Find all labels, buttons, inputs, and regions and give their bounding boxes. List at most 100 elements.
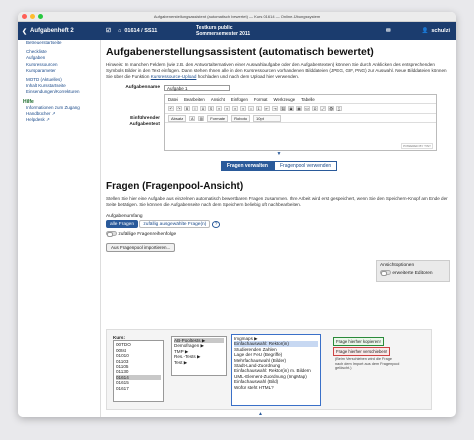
mail-icon[interactable]: ✉: [386, 22, 391, 40]
tab-fragen-verwalten[interactable]: Fragen verwalten: [220, 161, 274, 171]
align-justify-icon[interactable]: ≡: [240, 106, 246, 111]
extended-editors-toggle[interactable]: [380, 270, 391, 276]
random-order-toggle[interactable]: [106, 231, 117, 237]
bold-icon[interactable]: B: [184, 106, 190, 111]
fullscreen-icon[interactable]: ⤢: [320, 106, 326, 111]
special-char-icon[interactable]: Ω: [312, 106, 318, 111]
align-center-icon[interactable]: ≡: [224, 106, 230, 111]
list-item[interactable]: 01617: [116, 386, 161, 391]
tab-fragenpool-verwenden[interactable]: Fragenpool verwenden: [273, 161, 338, 171]
maximize-window-button[interactable]: [38, 14, 43, 19]
formats-select[interactable]: Formate: [207, 114, 229, 122]
random-questions-button[interactable]: zufällig ausgewählte Frage(n): [139, 220, 211, 228]
text-label: Einführender Aufgabentext: [106, 94, 164, 128]
minimize-window-button[interactable]: [30, 14, 35, 19]
menu-werkzeuge[interactable]: Werkzeuge: [274, 97, 296, 102]
text-row: Einführender Aufgabentext Datei Bearbeit…: [106, 94, 452, 151]
course-info: Testkurs public Sommersemester 2011: [196, 25, 250, 37]
text-label-line2: Aufgabentext: [129, 122, 160, 127]
font-select[interactable]: Roboto: [231, 114, 251, 122]
random-order-row: zufällige Fragenreihenfolge: [106, 231, 452, 237]
upload-link[interactable]: Kursressource-Upload: [151, 74, 197, 79]
background-color-icon[interactable]: ▥: [198, 115, 205, 121]
redo-icon[interactable]: ↷: [176, 106, 182, 111]
text-color-icon[interactable]: A: [189, 115, 196, 121]
outdent-icon[interactable]: ⇤: [264, 106, 270, 111]
menu-ansicht[interactable]: Ansicht: [211, 97, 225, 102]
question-pool-browser: Kurs: 00TDO 00tst 01010 01103 01105 0113…: [106, 329, 432, 410]
bullet-list-icon[interactable]: •: [248, 106, 254, 111]
external-link-icon: ↗: [51, 110, 56, 116]
question-list[interactable]: Imgmaps ▶ Einfachauswahl: Rektor(in) Stu…: [231, 334, 321, 406]
all-questions-button[interactable]: alle Fragen: [106, 220, 138, 228]
checklist-icon[interactable]: ☑: [106, 22, 111, 40]
back-label: Aufgabenheft 2: [30, 28, 74, 34]
fragen-title: Fragen (Fragenpool-Ansicht): [106, 181, 244, 192]
menu-einfuegen[interactable]: Einfügen: [231, 97, 248, 102]
view-options-panel: Ansichtoptionen erweiterte Editoren: [376, 260, 450, 282]
import-button[interactable]: Aus Fragenpool importieren...: [106, 242, 176, 252]
view-tabs: Fragen verwalten Fragenpool verwenden: [106, 161, 452, 171]
menu-tabelle[interactable]: Tabelle: [301, 97, 315, 102]
italic-icon[interactable]: I: [192, 106, 198, 111]
import-row: Aus Fragenpool importieren...: [106, 242, 452, 252]
external-link-icon: ↗: [46, 117, 50, 123]
rich-text-editor[interactable]: Datei Bearbeiten Ansicht Einfügen Format…: [164, 94, 437, 151]
course-list-box[interactable]: 00TDO 00tst 01010 01103 01105 01130 0161…: [113, 340, 164, 403]
editor-toolbar: ↶ ↷ B I U S ≡ ≡ ≡ ≡ • 1. ⇤ ⇥ ⛓ ▣ ▦ <> Ω …: [165, 104, 436, 114]
course-number: 01614 / SS11: [124, 28, 158, 34]
strikethrough-icon[interactable]: S: [208, 106, 214, 111]
code-icon[interactable]: <>: [304, 106, 310, 111]
drop-move-target[interactable]: Frage hierher verschieben!: [333, 347, 391, 356]
view-options-title: Ansichtoptionen: [380, 263, 415, 268]
random-order-label: zufällige Fragenreihenfolge: [118, 231, 177, 237]
editor-menubar: Datei Bearbeiten Ansicht Einfügen Format…: [165, 95, 436, 104]
menu-bearbeiten[interactable]: Bearbeiten: [184, 97, 205, 102]
block-select[interactable]: Absatz: [168, 114, 187, 122]
category-list[interactable]: AB-Pooltests ▶ Demofragen ▶ TMP ▶ Res.-T…: [171, 336, 227, 376]
number-list-icon[interactable]: 1.: [256, 106, 262, 111]
menu-format[interactable]: Format: [254, 97, 268, 102]
task-name-input[interactable]: Aufgabe 1: [164, 85, 230, 91]
formula-icon[interactable]: ∑: [336, 106, 342, 111]
name-label: Aufgabenname: [125, 85, 160, 90]
user-menu[interactable]: 👤 schulzi: [421, 22, 450, 40]
title-bar: Aufgabenerstellungsassistent (automatisc…: [18, 12, 456, 22]
list-item[interactable]: Wofür steht HTML?: [234, 385, 318, 390]
user-icon: 👤: [421, 28, 429, 34]
underline-icon[interactable]: U: [200, 106, 206, 111]
top-navigation-bar: ❮ Aufgabenheft 2 ☑ ⌂ 01614 / SS11 Testku…: [18, 22, 456, 40]
home-course-link[interactable]: ⌂ 01614 / SS11: [118, 22, 157, 40]
course-list[interactable]: Kurs: 00TDO 00tst 01010 01103 01105 0113…: [111, 334, 166, 406]
scroll-down-arrow-icon[interactable]: ▲: [258, 411, 263, 417]
image-icon[interactable]: ▣: [288, 106, 294, 111]
user-name: schulzi: [431, 28, 450, 34]
sidebar-item-einsendungen[interactable]: Einsendungen/Korrekturen: [26, 89, 100, 95]
course-semester: Sommersemester 2011: [196, 31, 251, 37]
page-title: Aufgabenerstellungsassistent (automatisc…: [106, 46, 374, 58]
list-item[interactable]: Test ▶: [174, 360, 224, 365]
size-select[interactable]: 10pt: [253, 114, 282, 122]
preview-icon[interactable]: 👁: [328, 106, 334, 111]
undo-icon[interactable]: ↶: [168, 106, 174, 111]
close-window-button[interactable]: [22, 14, 27, 19]
sidebar-item-helpdesk[interactable]: Helpdesk ↗: [26, 117, 100, 123]
drop-copy-target[interactable]: Frage hierher kopieren!: [333, 337, 384, 346]
editor-format-bar: Absatz A ▥ Formate Roboto 10pt: [165, 114, 436, 123]
align-right-icon[interactable]: ≡: [232, 106, 238, 111]
question-mark-icon[interactable]: ?: [211, 220, 221, 228]
app-window: Aufgabenerstellungsassistent (automatisc…: [18, 12, 456, 417]
handbuecher-label: Handbücher: [26, 110, 51, 116]
align-left-icon[interactable]: ≡: [216, 106, 222, 111]
umfang-label: Aufgabenumfang: [106, 214, 143, 219]
indent-icon[interactable]: ⇥: [272, 106, 278, 111]
powered-by-badge[interactable]: POWERED BY TINY: [401, 143, 433, 149]
back-button[interactable]: ❮ Aufgabenheft 2: [18, 22, 101, 40]
menu-datei[interactable]: Datei: [168, 97, 178, 102]
table-icon[interactable]: ▦: [296, 106, 302, 111]
link-icon[interactable]: ⛓: [280, 106, 286, 111]
window-title: Aufgabenerstellungsassistent (automatisc…: [153, 14, 321, 19]
home-icon: ⌂: [118, 28, 122, 34]
umfang-options: alle Fragen zufällig ausgewählte Frage(n…: [106, 220, 452, 228]
collapse-arrow-icon[interactable]: ▼: [106, 151, 452, 157]
